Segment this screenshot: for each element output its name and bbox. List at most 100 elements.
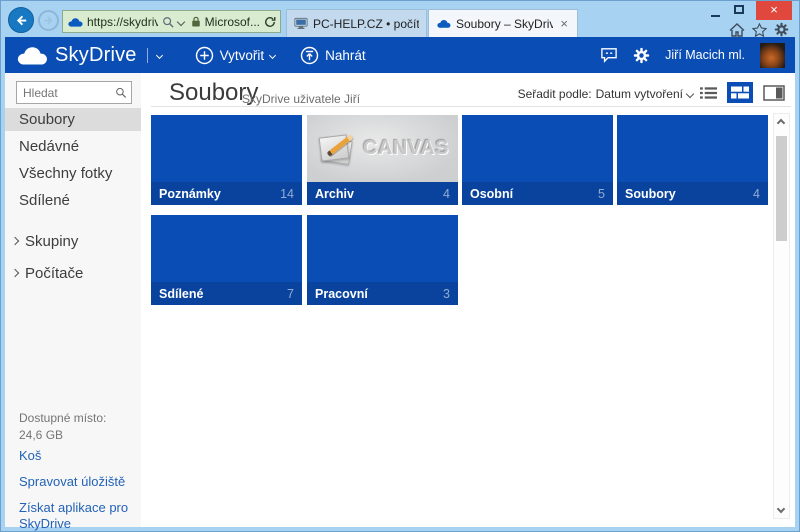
create-chevron-icon [269,51,276,58]
star-favorites-icon[interactable] [752,23,767,37]
archiv-thumbnail: CANVAS [307,115,458,182]
header-divider [147,48,148,63]
sidebar-item-pocitace[interactable]: Počítače [5,260,141,286]
content-divider [151,106,791,107]
tile-count: 7 [287,287,294,301]
gear-settings-icon[interactable] [774,22,789,37]
sort-value: Datum vytvoření [596,87,683,101]
page-subtitle: SkyDrive uživatele Jiří [242,92,360,106]
upload-label: Nahrát [325,48,366,63]
notepad-pencil-icon [316,131,356,167]
browser-window: https://skydrive.live.com/#! Microsof...… [0,0,800,532]
tile-count: 4 [443,187,450,201]
tab-close-button[interactable]: × [558,17,570,30]
tile-name: Sdílené [159,287,203,301]
sidebar-item-soubory[interactable]: Soubory [5,108,141,131]
create-button[interactable]: Vytvořit [195,46,276,65]
skydrive-page: SkyDrive Vytvořit Nahrát [5,37,795,527]
tiles-view-icon-active[interactable] [727,82,753,103]
sidebar: Soubory Nedávné Všechny fotky Sdílené Sk… [5,73,141,527]
site-favicon-cloud-icon [67,17,83,27]
plus-circle-icon [195,46,214,65]
cloud-icon [436,19,451,28]
home-icon[interactable] [729,23,745,37]
lock-icon [191,15,201,28]
app-title[interactable]: SkyDrive [55,44,137,67]
gear-icon[interactable] [633,47,650,64]
tile-count: 3 [443,287,450,301]
sidebar-groups: Skupiny Počítače [5,228,141,292]
list-view-icon[interactable] [700,86,717,100]
group-label: Skupiny [25,233,78,250]
forward-button[interactable] [38,10,59,31]
tab-title: Soubory – SkyDrive [456,17,553,31]
maximize-button[interactable] [734,5,744,14]
search-box[interactable] [16,81,132,104]
close-button[interactable]: × [756,1,792,20]
view-switcher [700,82,785,103]
link-kos[interactable]: Koš [19,448,131,464]
scroll-up-button[interactable] [777,119,785,127]
tile-count: 4 [753,187,760,201]
sidebar-item-nedavne[interactable]: Nedávné [5,135,141,158]
tile-name: Poznámky [159,187,221,201]
link-ziskat-aplikace[interactable]: Získat aplikace pro SkyDrive [19,500,131,532]
folder-tile-archiv[interactable]: CANVAS Archiv 4 [307,115,458,205]
back-arrow-icon [14,13,29,28]
upload-icon [300,46,319,65]
address-dropdown-chevron-icon[interactable] [176,17,184,25]
sort-dropdown[interactable]: Seřadit podle: Datum vytvoření [518,87,693,101]
vertical-scrollbar[interactable] [773,113,790,519]
tab-title: PC-HELP.CZ • počítačové fóru... [313,17,419,31]
app-menu-chevron-icon[interactable] [156,51,163,58]
avatar[interactable] [760,43,785,68]
tile-name: Archiv [315,187,354,201]
folder-tile-poznamky[interactable]: Poznámky 14 [151,115,302,205]
url-text: https://skydrive.live.com/#! [87,15,158,29]
app-header: SkyDrive Vytvořit Nahrát [5,37,795,73]
ev-identity-text[interactable]: Microsof... [205,15,260,29]
group-label: Počítače [25,265,83,282]
storage-label: Dostupné místo: [19,411,106,425]
address-bar[interactable]: https://skydrive.live.com/#! Microsof... [62,10,281,33]
sort-label: Seřadit podle: [518,87,592,101]
search-input[interactable] [17,86,115,100]
tile-name: Soubory [625,187,676,201]
upload-button[interactable]: Nahrát [300,46,366,65]
storage-value: 24,6 GB [19,428,63,442]
tile-name: Pracovní [315,287,368,301]
feedback-bubble-icon[interactable] [600,47,618,63]
create-label: Vytvořit [220,48,265,63]
refresh-icon[interactable] [264,16,276,28]
minimize-button[interactable] [711,9,720,17]
sidebar-item-skupiny[interactable]: Skupiny [5,228,141,254]
skydrive-cloud-logo-icon [15,45,48,65]
main-content: Soubory SkyDrive uživatele Jiří Seřadit … [141,73,795,527]
folder-tile-soubory[interactable]: Soubory 4 [617,115,768,205]
details-pane-icon[interactable] [763,85,785,101]
tab-skydrive-active[interactable]: Soubory – SkyDrive × [428,9,578,37]
canvas-text: CANVAS [363,137,449,160]
sidebar-item-vsechny-fotky[interactable]: Všechny fotky [5,162,141,185]
forward-arrow-icon [42,14,55,27]
chevron-right-icon [11,237,19,245]
link-spravovat-uloziste[interactable]: Spravovat úložiště [19,474,131,490]
tile-count: 5 [598,187,605,201]
scroll-down-button[interactable] [777,505,785,513]
search-icon[interactable] [162,16,174,28]
user-name[interactable]: Jiří Macich ml. [665,48,745,62]
sidebar-item-sdilene[interactable]: Sdílené [5,189,141,212]
folder-tile-osobni[interactable]: Osobní 5 [462,115,613,205]
monitor-icon [294,17,308,30]
search-icon[interactable] [115,86,127,99]
chevron-right-icon [11,269,19,277]
tab-pchelp[interactable]: PC-HELP.CZ • počítačové fóru... [286,9,427,37]
folder-tile-pracovni[interactable]: Pracovní 3 [307,215,458,305]
chevron-down-icon [686,90,694,98]
tile-name: Osobní [470,187,513,201]
folder-tile-sdilene[interactable]: Sdílené 7 [151,215,302,305]
back-button[interactable] [8,7,34,33]
sidebar-nav: Soubory Nedávné Všechny fotky Sdílené [5,108,141,216]
tile-count: 14 [280,187,294,201]
scrollbar-thumb[interactable] [776,136,787,241]
